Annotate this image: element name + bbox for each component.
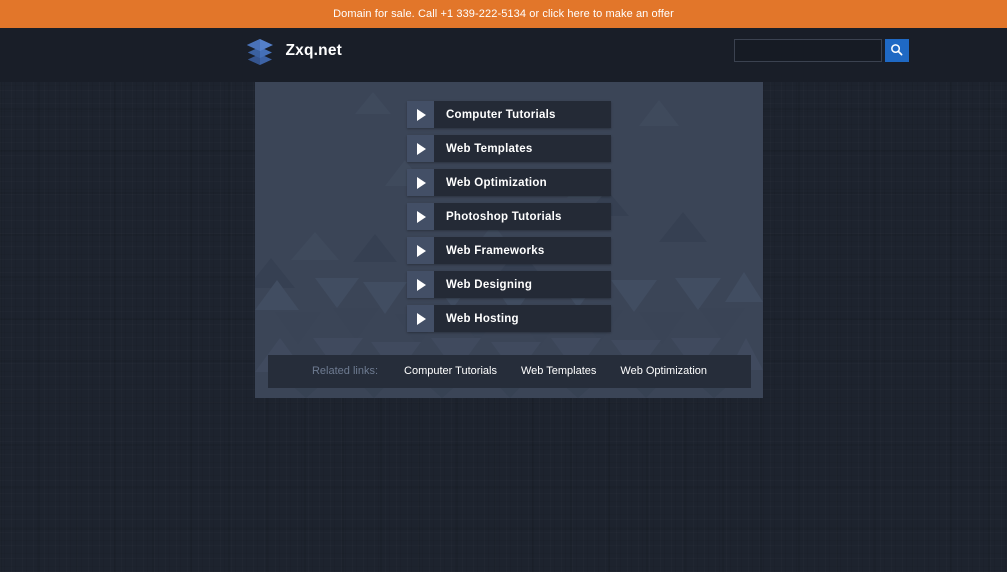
category-menu-list: Computer Tutorials Web Templates Web Opt… xyxy=(407,101,611,339)
play-arrow-icon xyxy=(407,101,434,128)
search-area xyxy=(733,39,909,62)
related-links-label: Related links: xyxy=(311,365,379,377)
menu-item-computer-tutorials[interactable]: Computer Tutorials xyxy=(407,101,611,128)
menu-item-label: Web Designing xyxy=(446,278,533,291)
menu-item-label-box: Web Frameworks xyxy=(434,237,611,264)
brand-name: Zxq.net xyxy=(285,42,343,59)
menu-item-label: Web Hosting xyxy=(446,312,519,325)
menu-item-label-box: Web Optimization xyxy=(434,169,611,196)
domain-for-sale-bar[interactable]: Domain for sale. Call +1 339-222-5134 or… xyxy=(0,0,1007,28)
menu-item-web-optimization[interactable]: Web Optimization xyxy=(407,169,611,196)
menu-item-label: Web Frameworks xyxy=(446,244,545,257)
related-link-web-optimization[interactable]: Web Optimization xyxy=(620,366,707,377)
menu-item-label: Web Optimization xyxy=(446,176,547,189)
menu-item-web-frameworks[interactable]: Web Frameworks xyxy=(407,237,611,264)
menu-item-label-box: Computer Tutorials xyxy=(434,101,611,128)
main-content-panel: Computer Tutorials Web Templates Web Opt… xyxy=(255,82,763,398)
search-icon xyxy=(890,43,903,59)
play-arrow-icon xyxy=(407,271,434,298)
menu-item-web-templates[interactable]: Web Templates xyxy=(407,135,611,162)
menu-item-label-box: Web Designing xyxy=(434,271,611,298)
menu-item-label-box: Photoshop Tutorials xyxy=(434,203,611,230)
related-link-web-templates[interactable]: Web Templates xyxy=(521,366,596,377)
menu-item-photoshop-tutorials[interactable]: Photoshop Tutorials xyxy=(407,203,611,230)
menu-item-label: Computer Tutorials xyxy=(446,108,556,121)
related-links-bar: Related links: Computer Tutorials Web Te… xyxy=(268,355,751,388)
brand-logo-link[interactable]: Zxq.net xyxy=(244,35,343,67)
related-link-computer-tutorials[interactable]: Computer Tutorials xyxy=(404,366,497,377)
menu-item-label: Photoshop Tutorials xyxy=(446,210,562,223)
menu-item-web-hosting[interactable]: Web Hosting xyxy=(407,305,611,332)
menu-item-label-box: Web Hosting xyxy=(434,305,611,332)
header-inner: Zxq.net xyxy=(244,28,909,82)
menu-item-web-designing[interactable]: Web Designing xyxy=(407,271,611,298)
play-arrow-icon xyxy=(407,305,434,332)
search-input[interactable] xyxy=(733,39,882,62)
page-wrapper: Domain for sale. Call +1 339-222-5134 or… xyxy=(0,0,1007,572)
search-button[interactable] xyxy=(884,39,909,62)
domain-for-sale-text[interactable]: Domain for sale. Call +1 339-222-5134 or… xyxy=(333,8,674,20)
play-arrow-icon xyxy=(407,237,434,264)
panel-content: Computer Tutorials Web Templates Web Opt… xyxy=(255,82,763,398)
play-arrow-icon xyxy=(407,135,434,162)
menu-item-label-box: Web Templates xyxy=(434,135,611,162)
play-arrow-icon xyxy=(407,203,434,230)
site-header: Zxq.net xyxy=(0,28,1007,82)
play-arrow-icon xyxy=(407,169,434,196)
menu-item-label: Web Templates xyxy=(446,142,533,155)
layers-stack-icon xyxy=(244,35,276,67)
